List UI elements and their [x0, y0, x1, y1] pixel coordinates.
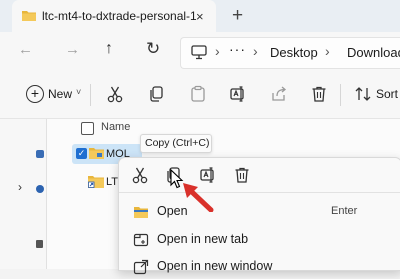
nav-item-icon[interactable]	[36, 185, 44, 193]
cut-icon[interactable]	[106, 85, 124, 103]
row-checkbox[interactable]: ✓	[76, 148, 87, 159]
folder-icon	[89, 148, 104, 159]
tab-active[interactable]: ltc-mt4-to-dxtrade-personal-1 ×	[12, 0, 216, 33]
breadcrumb-separator: ›	[325, 43, 330, 59]
new-button-label: New	[48, 87, 73, 101]
menu-divider	[119, 192, 400, 193]
menu-item-open[interactable]: Open Enter	[125, 200, 393, 224]
paste-icon[interactable]	[189, 85, 207, 103]
menu-item-open-new-window[interactable]: Open in new window	[125, 255, 393, 279]
up-button[interactable]: ↑	[105, 40, 113, 58]
breadcrumb-desktop[interactable]: Desktop	[270, 45, 318, 60]
nav-item-icon[interactable]	[36, 240, 43, 248]
rename-icon[interactable]	[229, 85, 247, 103]
folder-icon	[22, 11, 36, 21]
menu-item-label: Open in new tab	[157, 232, 249, 246]
shortcut-folder-icon	[88, 176, 104, 188]
navigation-bar: ← → ↑ ↻ › ··· › Desktop › Download	[0, 32, 400, 72]
tab-title: ltc-mt4-to-dxtrade-personal-1	[42, 9, 197, 23]
tooltip: Copy (Ctrl+C)	[140, 134, 212, 153]
breadcrumb-downloads[interactable]: Download	[347, 45, 400, 60]
refresh-button[interactable]: ↻	[146, 39, 160, 59]
column-header-name[interactable]: Name	[101, 121, 130, 133]
computer-icon	[191, 45, 207, 60]
delete-icon[interactable]	[310, 85, 328, 103]
forward-button[interactable]: →	[65, 41, 80, 58]
breadcrumb-separator: ›	[253, 43, 258, 59]
menu-item-shortcut: Enter	[331, 205, 358, 217]
command-bar: + New ˅ Sort	[0, 72, 400, 119]
context-menu: Open Enter Open in new tab Open in new w…	[118, 157, 400, 275]
annotation-arrow-icon	[183, 183, 214, 212]
folder-open-icon	[134, 207, 148, 218]
command-divider	[90, 84, 91, 106]
delete-icon[interactable]	[233, 166, 251, 184]
menu-item-open-new-tab[interactable]: Open in new tab	[125, 228, 393, 252]
menu-item-label: Open in new window	[157, 259, 273, 273]
share-icon[interactable]	[270, 85, 288, 103]
expand-chevron-icon[interactable]: ›	[18, 180, 22, 194]
address-bar[interactable]: › ··· › Desktop › Download	[180, 37, 400, 69]
copy-icon[interactable]	[147, 85, 165, 103]
sort-button[interactable]: Sort	[376, 87, 398, 101]
breadcrumb-separator: ›	[215, 43, 220, 59]
sort-icon[interactable]	[354, 85, 372, 103]
nav-item-icon[interactable]	[36, 150, 44, 158]
back-button[interactable]: ←	[18, 41, 33, 58]
command-divider	[340, 84, 341, 106]
new-window-icon	[133, 259, 149, 275]
select-all-checkbox[interactable]	[81, 122, 94, 135]
tab-close-button[interactable]: ×	[196, 9, 204, 24]
new-tab-icon	[133, 233, 149, 247]
tooltip-text: Copy (Ctrl+C)	[145, 137, 210, 149]
breadcrumb-overflow-button[interactable]: ···	[229, 41, 246, 57]
plus-circle-icon: +	[26, 85, 44, 103]
cut-icon[interactable]	[131, 166, 149, 184]
new-tab-button[interactable]: +	[232, 5, 243, 27]
chevron-down-icon: ˅	[76, 87, 82, 97]
